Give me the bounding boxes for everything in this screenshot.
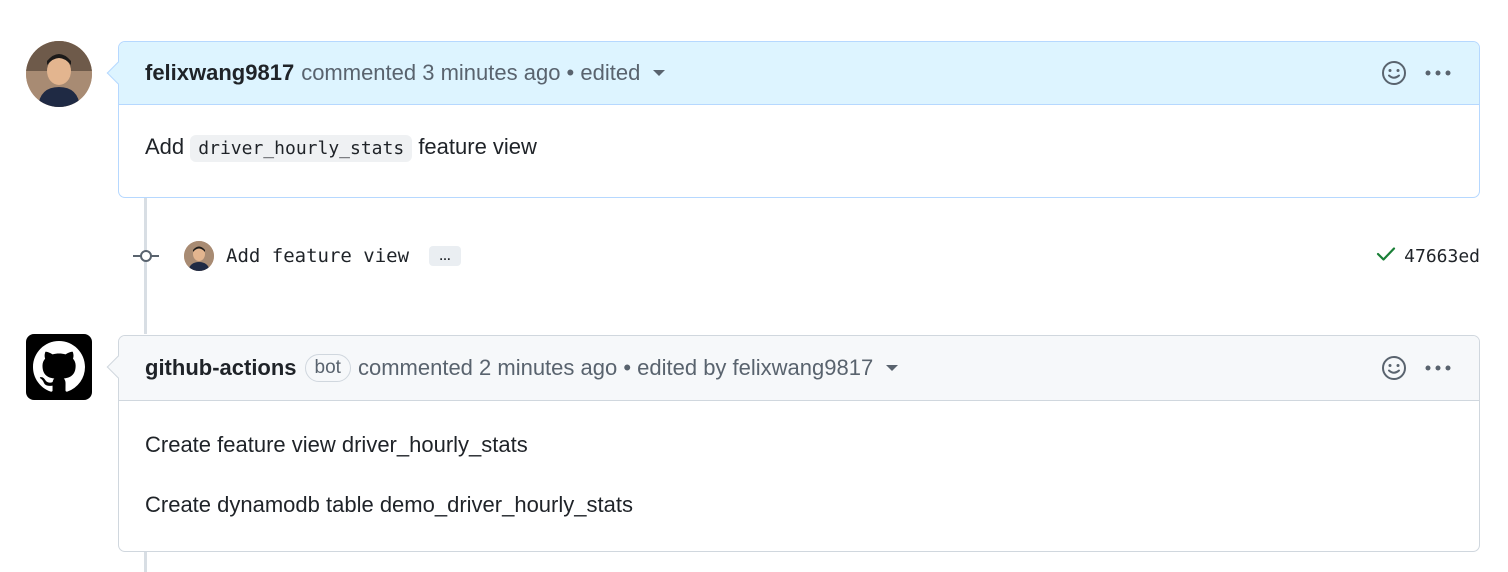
body-suffix: feature view <box>418 134 537 159</box>
comment-body-line: Create dynamodb table demo_driver_hourly… <box>145 492 633 517</box>
person-avatar-icon <box>26 41 92 107</box>
comment-meta[interactable]: commented 2 minutes ago • edited by feli… <box>358 355 873 381</box>
comment-pointer <box>106 355 130 379</box>
comment-header-2: github-actions bot commented 2 minutes a… <box>106 336 1479 401</box>
comment-author[interactable]: felixwang9817 <box>145 60 294 86</box>
commit-sha[interactable]: 47663ed <box>1404 246 1480 267</box>
commit-row: Add feature view … 47663ed <box>128 236 1480 276</box>
comment-actions <box>1379 353 1453 383</box>
commit-author-avatar[interactable] <box>184 241 214 271</box>
check-icon[interactable] <box>1376 246 1396 267</box>
body-prefix: Add <box>145 134 185 159</box>
bot-badge: bot <box>304 354 351 382</box>
comment-header-1: felixwang9817 commented 3 minutes ago • … <box>106 42 1479 105</box>
commit-message[interactable]: Add feature view <box>226 245 409 267</box>
comment-meta[interactable]: commented 3 minutes ago • edited <box>301 60 640 86</box>
comment-body-1: Add driver_hourly_stats feature view <box>119 105 1479 162</box>
timeline-line-bottom <box>144 551 147 572</box>
comment-author[interactable]: github-actions <box>145 355 297 381</box>
kebab-horizontal-icon[interactable] <box>1423 353 1453 383</box>
comment-body-2: Create feature view driver_hourly_stats … <box>119 401 1479 518</box>
github-logo-icon <box>33 341 85 392</box>
kebab-horizontal-icon[interactable] <box>1423 58 1453 88</box>
expand-commit-button[interactable]: … <box>429 246 462 266</box>
git-commit-icon <box>128 249 164 263</box>
comment-body-text: Add driver_hourly_stats feature view <box>145 134 1453 162</box>
comment-actions <box>1379 58 1453 88</box>
avatar-felixwang9817[interactable] <box>26 41 92 107</box>
comment-pointer <box>106 61 130 85</box>
caret-down-icon[interactable] <box>886 365 899 371</box>
avatar-github-actions[interactable] <box>26 334 92 400</box>
comment-body-line: Create feature view driver_hourly_stats <box>145 432 528 457</box>
comment-card-2: github-actions bot commented 2 minutes a… <box>106 335 1480 552</box>
inline-code: driver_hourly_stats <box>190 135 413 162</box>
smiley-icon[interactable] <box>1379 353 1409 383</box>
comment-card-1: felixwang9817 commented 3 minutes ago • … <box>106 41 1480 198</box>
commit-sha-group: 47663ed <box>1376 246 1480 267</box>
caret-down-icon[interactable] <box>653 70 666 76</box>
smiley-icon[interactable] <box>1379 58 1409 88</box>
